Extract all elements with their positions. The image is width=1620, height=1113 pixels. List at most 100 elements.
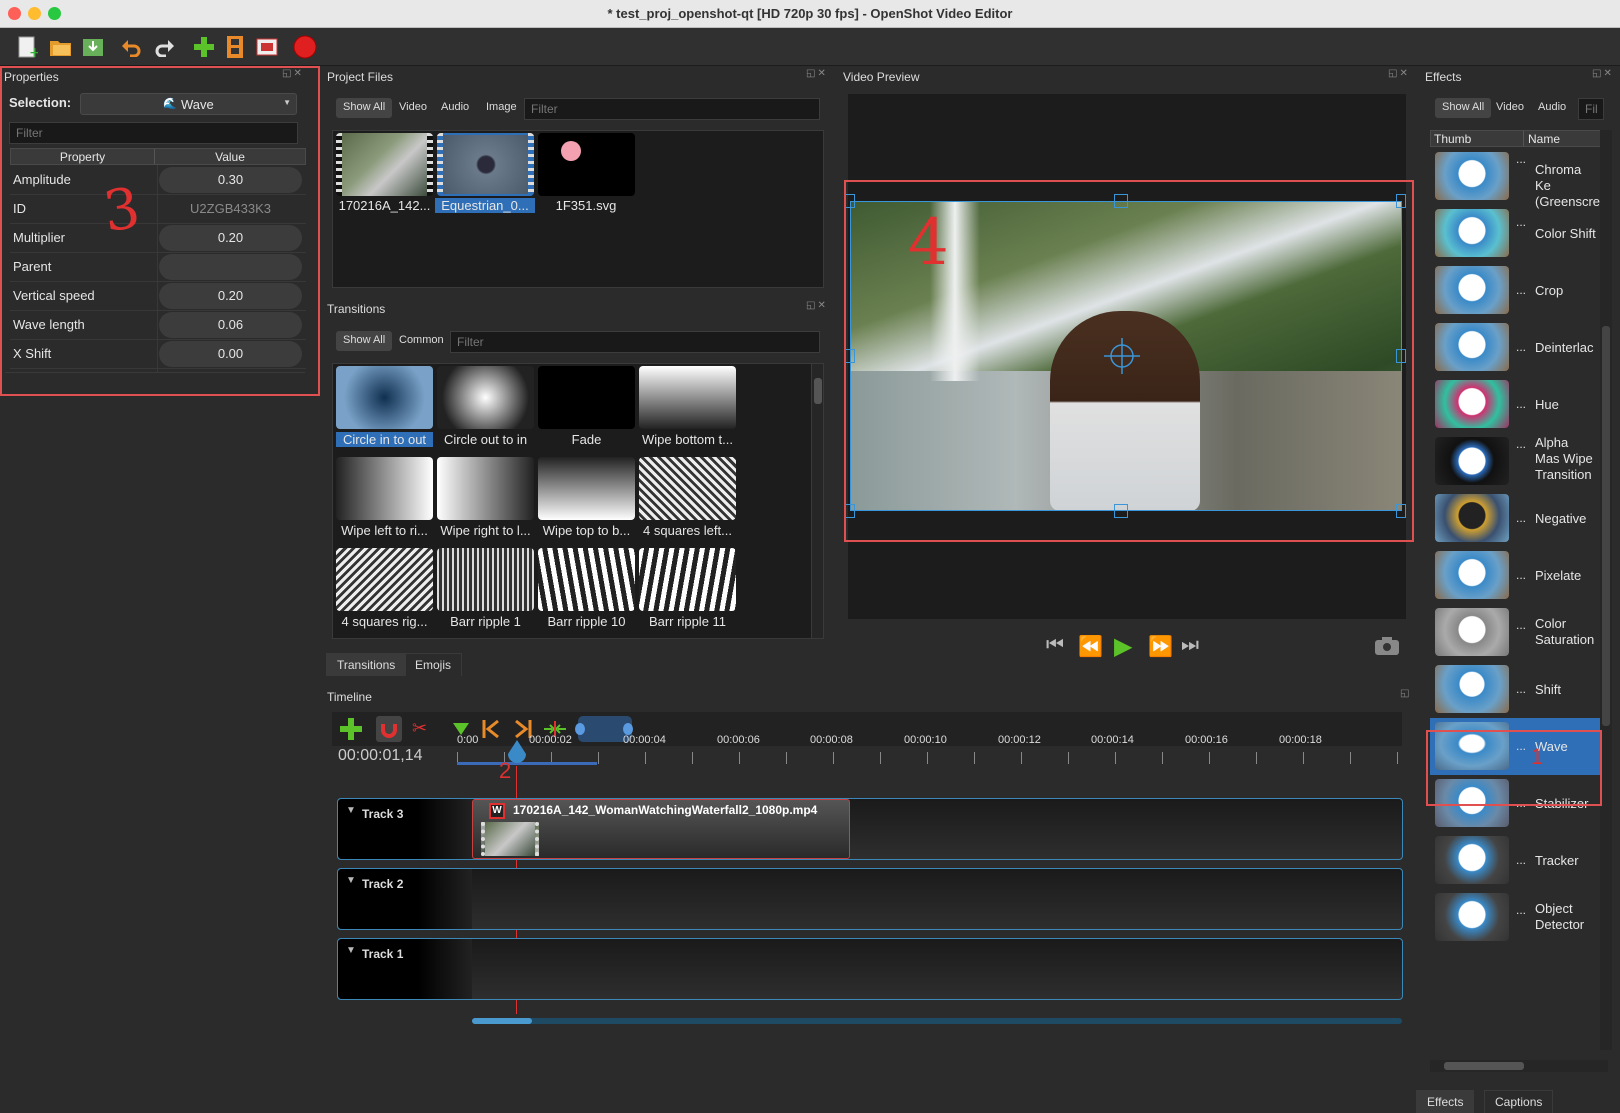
transition-thumb[interactable]: [437, 366, 534, 429]
file-thumbnail-svg[interactable]: [538, 133, 635, 196]
effect-name: Negative: [1535, 511, 1587, 526]
timecode-display: 00:00:01,14: [338, 747, 423, 764]
effect-item-hue[interactable]: ... Hue: [1430, 376, 1600, 433]
filter-audio[interactable]: Audio: [1531, 98, 1573, 118]
save-project-icon[interactable]: [80, 34, 106, 60]
rewind-icon[interactable]: ⏪: [1078, 634, 1108, 658]
effect-item-negative[interactable]: ... Negative: [1430, 490, 1600, 547]
effect-dots: ...: [1516, 903, 1527, 917]
export-video-icon[interactable]: [292, 34, 318, 60]
effect-item-color-shift[interactable]: ... Color Shift: [1430, 205, 1600, 262]
add-track-icon[interactable]: [338, 716, 364, 742]
file-thumbnail-video[interactable]: [336, 133, 433, 196]
filter-image[interactable]: Image: [479, 98, 524, 118]
dock-buttons[interactable]: ◱✕: [806, 300, 828, 311]
transition-label: Wipe bottom t...: [641, 432, 734, 447]
effect-item-crop[interactable]: ... Crop: [1430, 262, 1600, 319]
transition-thumb[interactable]: [639, 548, 736, 611]
filter-show-all[interactable]: Show All: [1435, 98, 1492, 118]
fast-forward-icon[interactable]: ⏩: [1148, 634, 1178, 658]
camera-icon[interactable]: [1374, 636, 1400, 656]
filter-video[interactable]: Video: [1489, 98, 1531, 118]
razor-icon[interactable]: ✂: [412, 718, 434, 740]
track-header[interactable]: ▼ Track 3: [338, 799, 472, 859]
timeline-clip[interactable]: W 170216A_142_WomanWatchingWaterfall2_10…: [472, 799, 850, 859]
ruler-label: 00:00:06: [717, 734, 760, 746]
collapse-icon[interactable]: ▼: [346, 805, 356, 816]
track-header[interactable]: ▼ Track 1: [338, 939, 472, 999]
import-files-icon[interactable]: [191, 34, 217, 60]
tab-effects[interactable]: Effects: [1416, 1090, 1475, 1113]
jump-start-icon[interactable]: ⏮: [1046, 634, 1076, 658]
transition-thumb[interactable]: [437, 548, 534, 611]
tab-captions[interactable]: Captions: [1484, 1090, 1554, 1113]
open-project-icon[interactable]: [48, 34, 74, 60]
effects-scrollbar[interactable]: [1600, 130, 1612, 1050]
transition-label: Circle out to in: [443, 432, 528, 447]
undo-icon[interactable]: [118, 34, 144, 60]
effect-item-object-detector[interactable]: ... Object Detector: [1430, 889, 1600, 946]
effect-name: Alpha Mas Wipe Transition: [1535, 435, 1593, 482]
transition-thumb[interactable]: [639, 366, 736, 429]
transitions-scrollbar[interactable]: [811, 364, 823, 638]
transition-label: Barr ripple 1: [450, 614, 521, 629]
effect-thumbnail: [1435, 494, 1509, 542]
redo-icon[interactable]: [152, 34, 178, 60]
track-1[interactable]: ▼ Track 1: [337, 938, 1403, 1000]
effect-item-tracker[interactable]: ... Tracker: [1430, 832, 1600, 889]
transition-thumb[interactable]: [437, 457, 534, 520]
dock-buttons[interactable]: ◱: [1400, 688, 1411, 699]
snap-magnet-icon[interactable]: [376, 716, 402, 742]
jump-end-icon[interactable]: ⏭: [1181, 634, 1211, 658]
effect-item-pixelate[interactable]: ... Pixelate: [1430, 547, 1600, 604]
effect-item-alpha-mask[interactable]: ... Alpha Mas Wipe Transition: [1430, 433, 1600, 490]
properties-panel: Properties ◱✕ Selection: 🌊 Wave ▼ Proper…: [0, 66, 320, 1041]
transition-thumb[interactable]: [336, 457, 433, 520]
project-files-filter-input[interactable]: [524, 98, 820, 120]
ruler-label: 00:00:14: [1091, 734, 1134, 746]
video-preview-title: Video Preview: [843, 70, 920, 84]
timeline-scrollbar[interactable]: [472, 1018, 1402, 1024]
tab-transitions[interactable]: Transitions: [326, 653, 407, 676]
effect-item-color-saturation[interactable]: ... Color Saturation: [1430, 604, 1600, 661]
filter-show-all[interactable]: Show All: [336, 331, 393, 351]
file-name: 170216A_142...: [338, 198, 431, 213]
effects-filter-input[interactable]: [1578, 98, 1604, 120]
dock-buttons[interactable]: ◱✕: [1592, 68, 1614, 79]
transition-thumb[interactable]: [336, 366, 433, 429]
track-header[interactable]: ▼ Track 2: [338, 869, 472, 929]
filter-common[interactable]: Common: [392, 331, 451, 351]
dock-buttons[interactable]: ◱✕: [1388, 68, 1410, 79]
filter-show-all[interactable]: Show All: [336, 98, 393, 118]
file-thumbnail-video-selected[interactable]: [437, 133, 534, 196]
timeline-panel: Timeline ◱ ✂ 00:00:01,14 0:00 00:00:02 0…: [322, 686, 1412, 1046]
effect-badge[interactable]: W: [489, 803, 505, 819]
dock-buttons[interactable]: ◱✕: [806, 68, 828, 79]
collapse-icon[interactable]: ▼: [346, 875, 356, 886]
timeline-ruler[interactable]: 0:00 00:00:02 00:00:04 00:00:06 00:00:08…: [457, 734, 1402, 766]
filter-audio[interactable]: Audio: [434, 98, 476, 118]
effects-horizontal-scrollbar[interactable]: [1430, 1060, 1608, 1072]
transitions-filter-input[interactable]: [450, 331, 820, 353]
profile-icon[interactable]: [222, 34, 248, 60]
column-name: Name: [1528, 132, 1561, 146]
collapse-icon[interactable]: ▼: [346, 945, 356, 956]
transition-thumb[interactable]: [538, 366, 635, 429]
transition-thumb[interactable]: [336, 548, 433, 611]
track-name: Track 1: [362, 947, 404, 961]
tab-emojis[interactable]: Emojis: [404, 653, 463, 676]
effect-item-shift[interactable]: ... Shift: [1430, 661, 1600, 718]
fullscreen-icon[interactable]: [254, 34, 280, 60]
transition-thumb[interactable]: [538, 548, 635, 611]
effect-item-chroma-key[interactable]: ... Chroma Ke (Greenscre: [1430, 148, 1600, 209]
effect-dots: ...: [1516, 682, 1527, 696]
track-2[interactable]: ▼ Track 2: [337, 868, 1403, 930]
track-3[interactable]: ▼ Track 3 W 170216A_142_WomanWatchingWat…: [337, 798, 1403, 860]
effect-item-deinterlace[interactable]: ... Deinterlac: [1430, 319, 1600, 376]
play-icon[interactable]: ▶: [1114, 632, 1144, 660]
transition-thumb[interactable]: [639, 457, 736, 520]
filter-video[interactable]: Video: [392, 98, 434, 118]
peach-icon: [561, 141, 581, 161]
transition-thumb[interactable]: [538, 457, 635, 520]
new-project-icon[interactable]: +: [14, 34, 40, 60]
